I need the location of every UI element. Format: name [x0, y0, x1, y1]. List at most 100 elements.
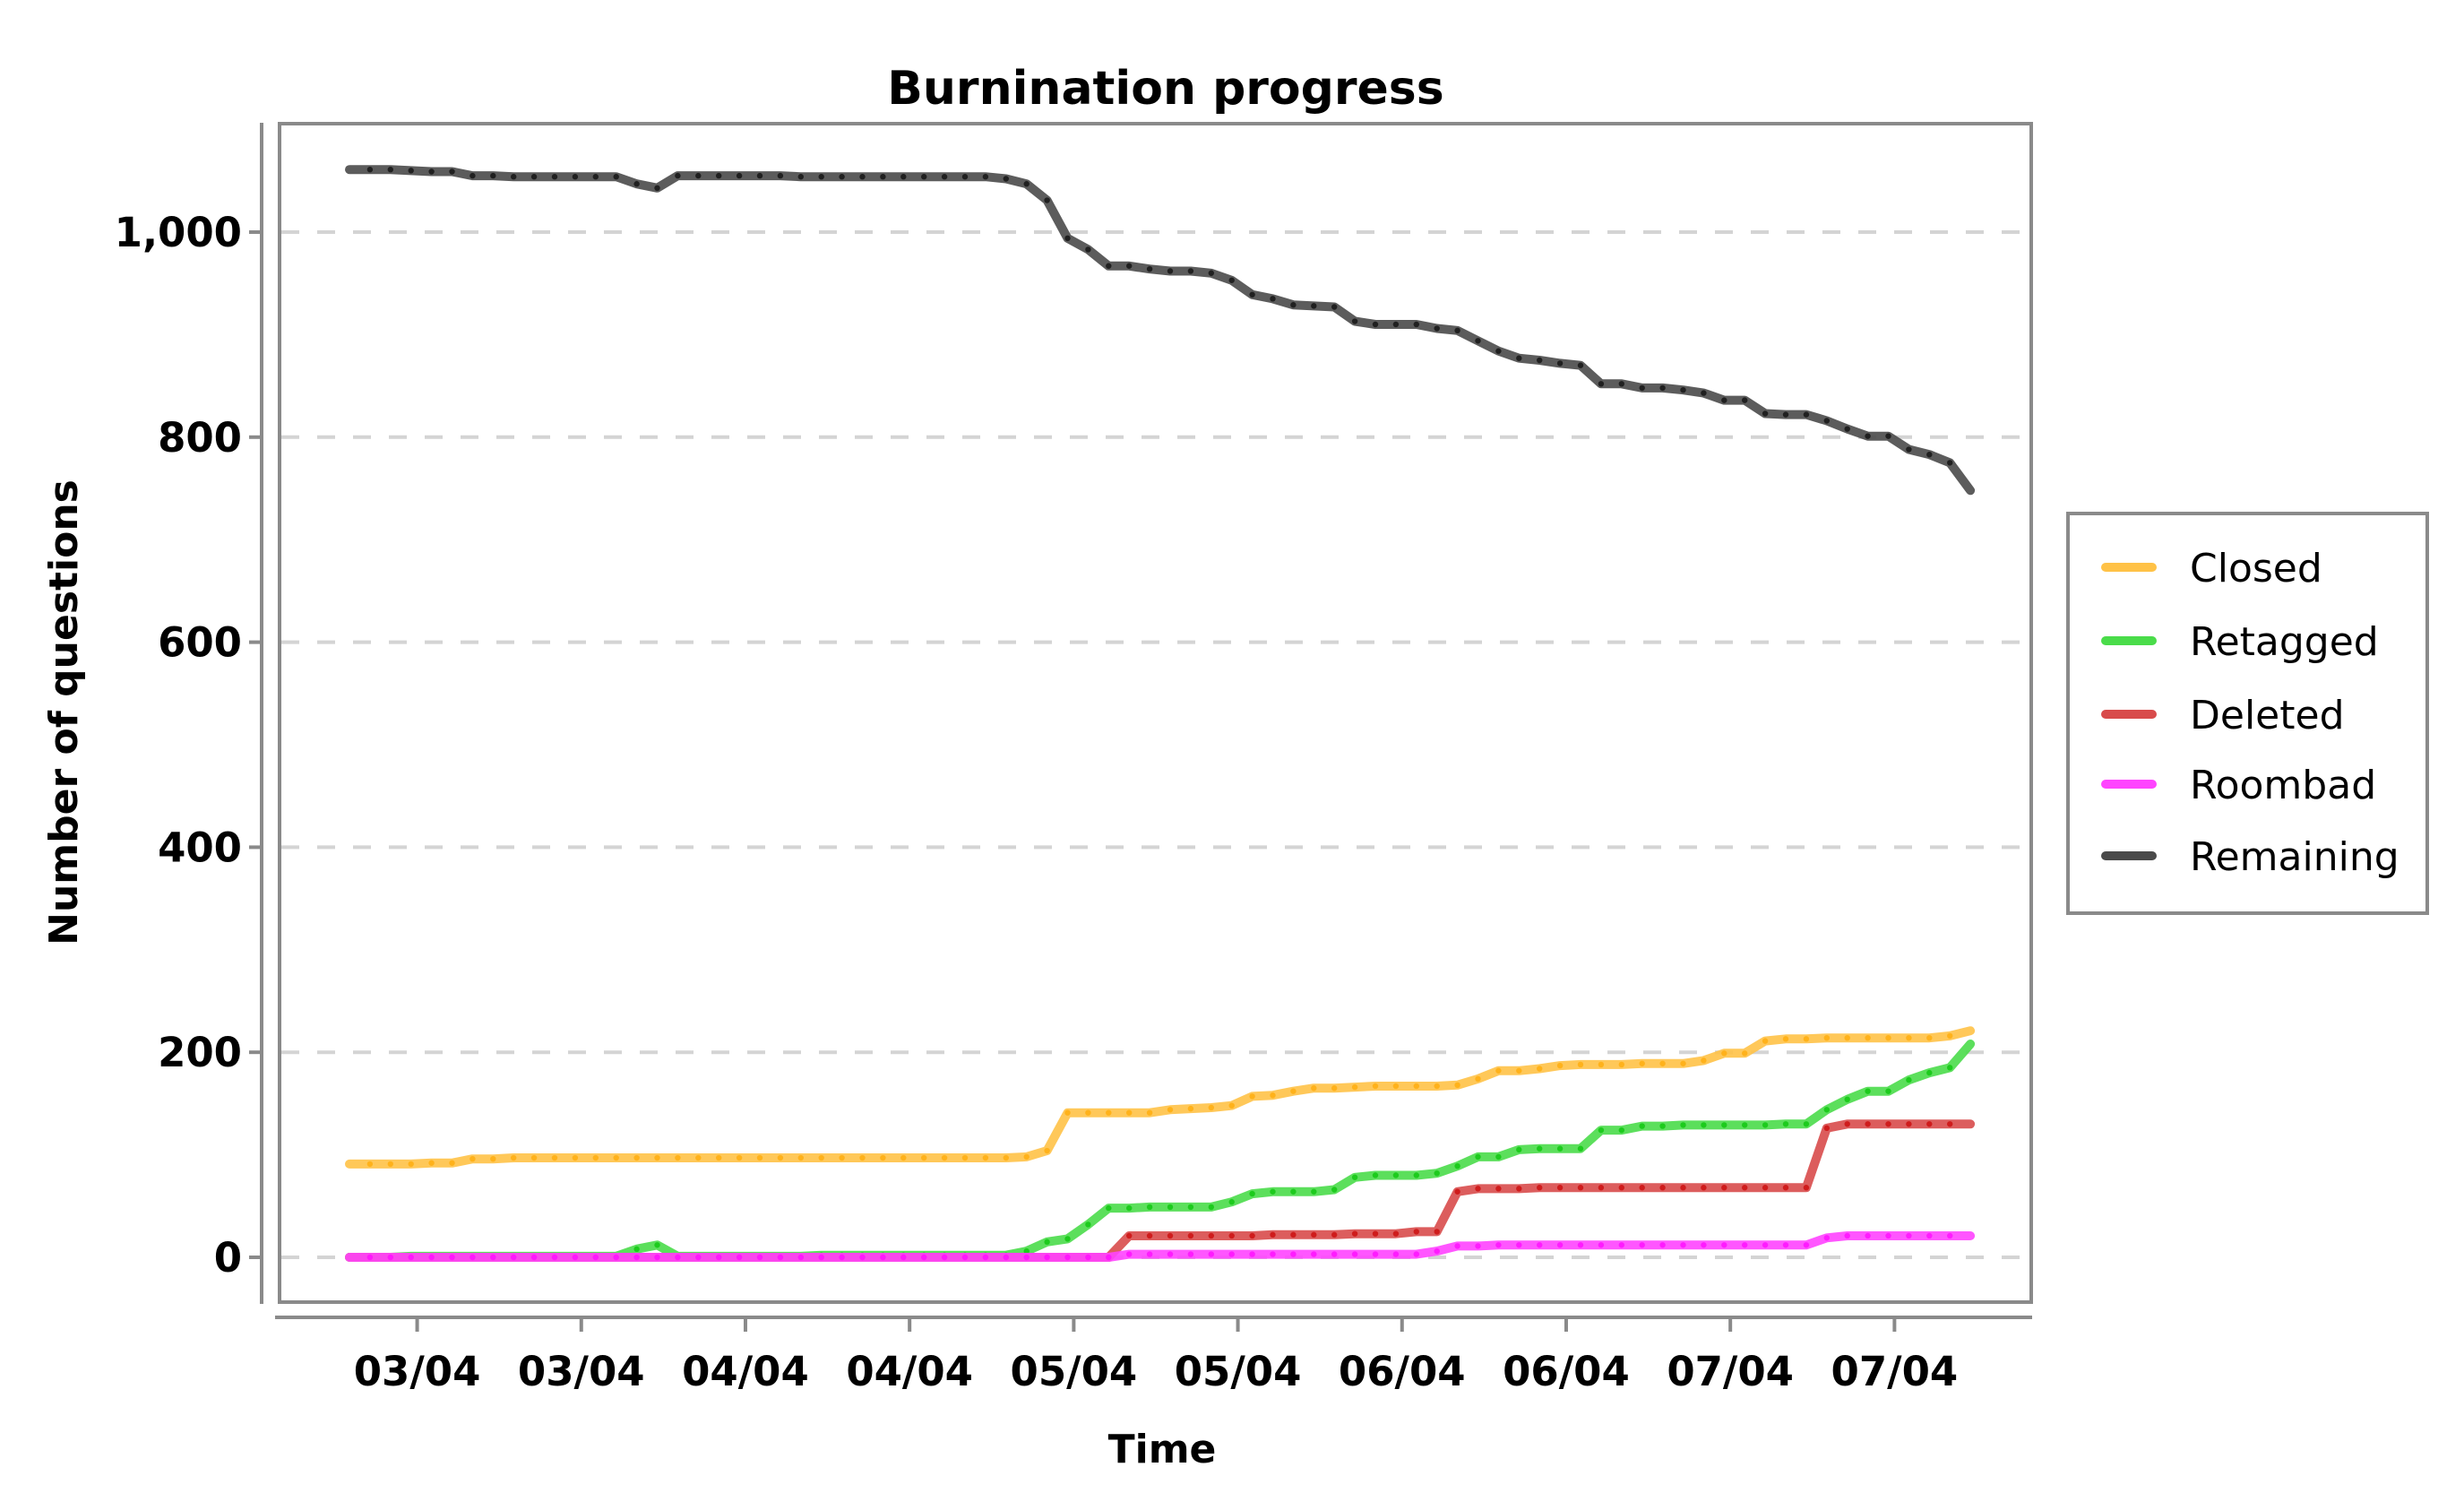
point-roombad	[921, 1254, 927, 1261]
point-remaining	[1762, 410, 1769, 417]
point-remaining	[1659, 384, 1666, 392]
point-remaining	[1680, 386, 1686, 393]
point-retagged	[1906, 1076, 1912, 1083]
point-retagged	[1803, 1121, 1810, 1127]
point-retagged	[1126, 1204, 1133, 1212]
point-retagged	[1926, 1069, 1933, 1076]
point-remaining	[1044, 197, 1050, 203]
point-closed	[490, 1155, 496, 1162]
point-remaining	[675, 172, 681, 179]
point-retagged	[1516, 1146, 1522, 1153]
point-closed	[1618, 1061, 1625, 1068]
point-closed	[1885, 1034, 1891, 1041]
point-closed	[654, 1154, 660, 1161]
point-closed	[592, 1154, 599, 1161]
point-deleted	[1680, 1185, 1686, 1191]
point-closed	[1351, 1083, 1358, 1091]
chart-title: Burnination progress	[887, 62, 1443, 116]
point-roombad	[1947, 1232, 1953, 1239]
point-closed	[1782, 1036, 1789, 1042]
point-roombad	[736, 1254, 743, 1261]
point-roombad	[777, 1254, 784, 1261]
point-retagged	[1577, 1145, 1584, 1152]
x-tick-label: 05/04	[1175, 1348, 1302, 1395]
x-axis-title: Time	[1108, 1427, 1217, 1472]
point-roombad	[1823, 1235, 1831, 1241]
point-remaining	[1516, 355, 1522, 361]
point-closed	[1228, 1102, 1235, 1109]
point-roombad	[1639, 1242, 1645, 1248]
point-retagged	[1742, 1122, 1748, 1128]
y-tick-label: 0	[214, 1234, 242, 1282]
point-retagged	[1680, 1122, 1686, 1128]
point-deleted	[1537, 1185, 1543, 1191]
point-roombad	[1249, 1251, 1255, 1257]
point-deleted	[1618, 1185, 1625, 1191]
point-retagged	[1270, 1188, 1276, 1195]
point-remaining	[1331, 304, 1338, 310]
point-remaining	[408, 168, 414, 174]
point-roombad	[1762, 1242, 1769, 1248]
point-deleted	[1906, 1121, 1912, 1127]
point-deleted	[1351, 1230, 1358, 1237]
point-roombad	[1351, 1251, 1358, 1257]
point-retagged	[1372, 1172, 1379, 1178]
point-remaining	[1803, 411, 1810, 418]
x-axis-ticks: 03/04 03/04 04/04 04/04 05/04 05/04 06/04 06/04…	[354, 1317, 1958, 1395]
point-closed	[572, 1154, 579, 1161]
point-remaining	[1167, 268, 1174, 274]
point-remaining	[1701, 390, 1707, 396]
point-retagged	[1782, 1121, 1789, 1127]
point-closed	[1680, 1060, 1686, 1066]
point-remaining	[1290, 302, 1297, 308]
point-roombad	[592, 1254, 599, 1261]
point-closed	[1844, 1034, 1850, 1041]
point-roombad	[1187, 1251, 1194, 1257]
point-roombad	[1721, 1242, 1727, 1248]
point-retagged	[1106, 1204, 1112, 1212]
point-closed	[1803, 1036, 1810, 1042]
point-retagged	[1885, 1088, 1891, 1094]
point-remaining	[428, 168, 435, 175]
point-remaining	[1885, 433, 1891, 439]
point-remaining	[1577, 362, 1584, 368]
point-closed	[1331, 1085, 1338, 1092]
point-remaining	[1742, 397, 1748, 403]
point-retagged	[654, 1242, 660, 1248]
y-tick-label: 800	[158, 414, 242, 462]
legend-label: Closed	[2190, 546, 2322, 591]
point-closed	[1823, 1034, 1831, 1041]
x-tick-label: 03/04	[518, 1348, 645, 1395]
point-closed	[1556, 1062, 1564, 1069]
point-remaining	[1351, 318, 1358, 324]
point-roombad	[818, 1254, 824, 1261]
point-deleted	[1249, 1232, 1255, 1239]
point-deleted	[1701, 1185, 1707, 1191]
point-remaining	[592, 174, 599, 180]
point-roombad	[1167, 1251, 1174, 1257]
point-retagged	[1290, 1188, 1297, 1195]
point-closed	[777, 1154, 784, 1161]
point-remaining	[1782, 411, 1789, 418]
point-remaining	[449, 168, 455, 175]
point-remaining	[1187, 268, 1194, 274]
point-remaining	[1249, 291, 1255, 298]
point-retagged	[1639, 1123, 1645, 1129]
point-closed	[1106, 1109, 1112, 1116]
point-deleted	[1782, 1185, 1789, 1191]
point-remaining	[490, 172, 496, 179]
x-tick-label: 07/04	[1667, 1348, 1794, 1395]
point-closed	[1434, 1083, 1440, 1090]
point-closed	[1023, 1153, 1030, 1161]
point-closed	[633, 1154, 640, 1161]
point-retagged	[1947, 1065, 1953, 1071]
point-closed	[1865, 1034, 1871, 1041]
point-roombad	[470, 1254, 476, 1261]
point-roombad	[1495, 1242, 1502, 1248]
point-deleted	[1495, 1186, 1502, 1192]
point-closed	[428, 1160, 435, 1166]
point-closed	[941, 1154, 948, 1161]
point-deleted	[1577, 1185, 1584, 1191]
point-deleted	[1228, 1232, 1235, 1239]
point-roombad	[408, 1254, 414, 1261]
